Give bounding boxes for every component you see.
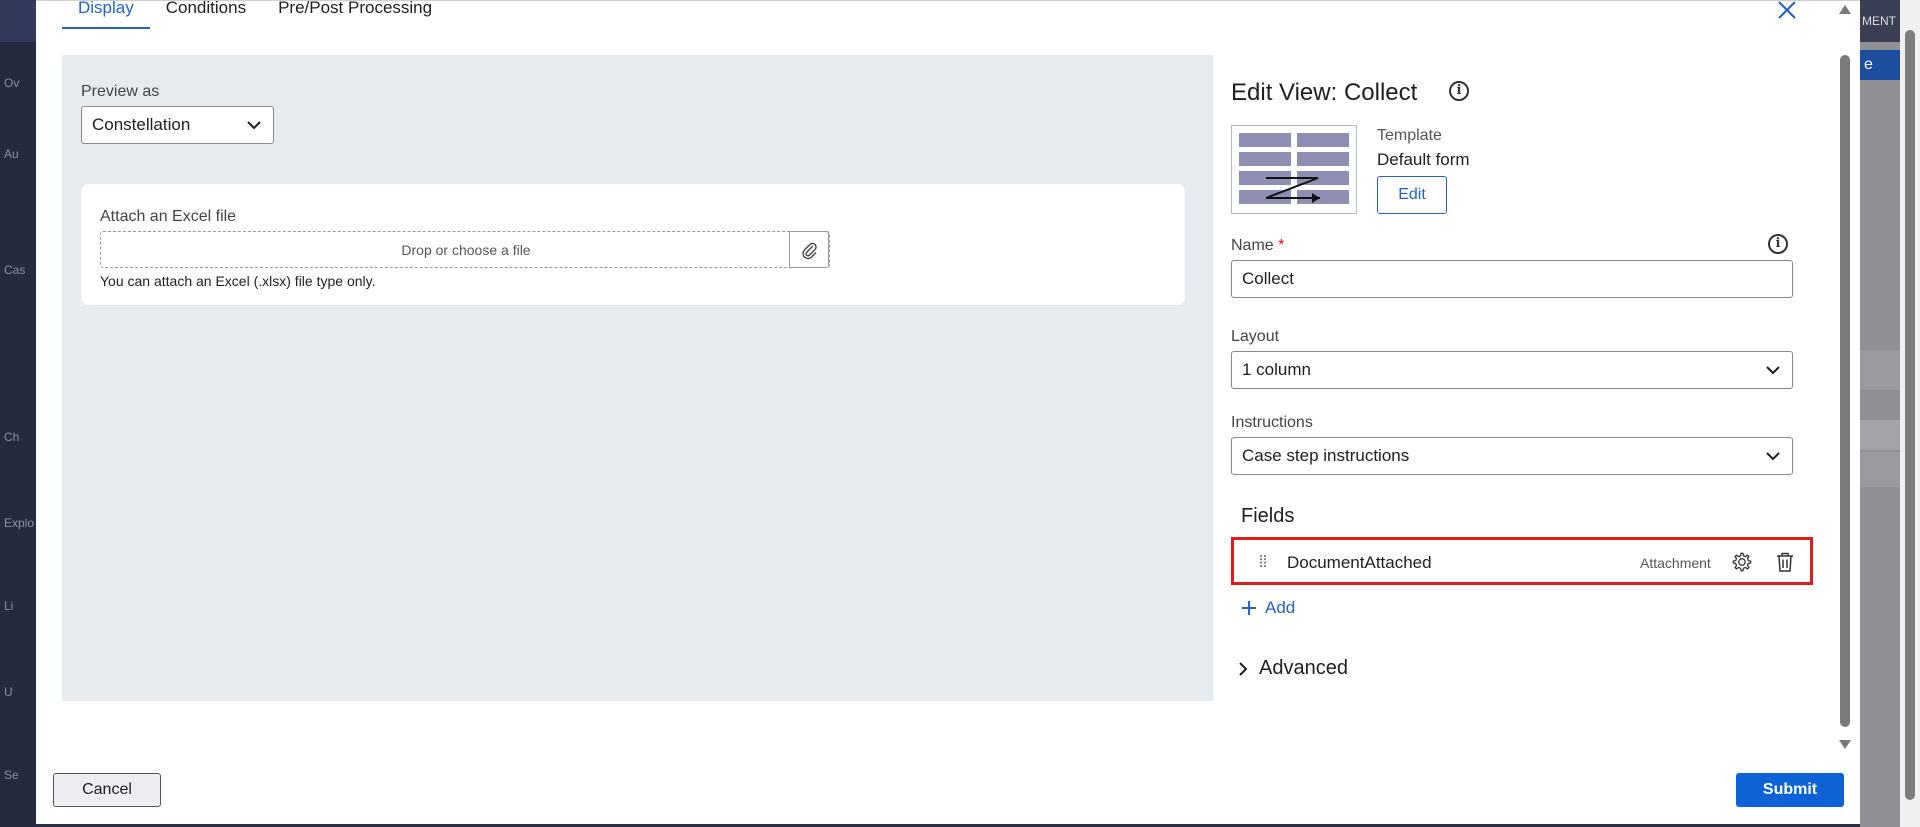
file-type-help: You can attach an Excel (.xlsx) file typ… [100, 273, 376, 289]
attach-excel-card: Attach an Excel file Drop or choose a fi… [81, 184, 1185, 305]
preview-as-label: Preview as [81, 83, 160, 100]
layout-label: Layout [1231, 328, 1280, 345]
drag-handle-icon[interactable] [1259, 554, 1267, 568]
advanced-label: Advanced [1259, 657, 1348, 679]
page-scrollbar[interactable] [1900, 0, 1920, 827]
preview-as-select[interactable]: Constellation [81, 106, 274, 144]
fields-heading: Fields [1241, 505, 1295, 527]
name-label: Name * [1231, 237, 1284, 255]
template-thumbnail [1231, 125, 1357, 214]
advanced-toggle[interactable]: Advanced [1237, 657, 1348, 680]
bg-sidebar-label: Ov [4, 76, 20, 90]
name-label-text: Name [1231, 237, 1274, 254]
info-icon[interactable]: i [1768, 234, 1788, 254]
bg-sidebar-label: Ch [4, 430, 20, 444]
modal-scrollbar[interactable] [1836, 1, 1854, 761]
edit-panel: Edit View: Collect i Template Default fo… [1231, 55, 1831, 705]
tab-bar: Display Conditions Pre/Post Processing [62, 0, 448, 29]
bg-sidebar-label: Cas [4, 263, 26, 277]
preview-pane: Preview as Constellation Attach an Excel… [62, 55, 1213, 701]
field-type: Attachment [1640, 555, 1711, 571]
edit-view-modal: Display Conditions Pre/Post Processing P… [36, 0, 1860, 824]
close-icon[interactable] [1776, 0, 1798, 23]
background-sidebar: Ov Au Cas Ch Explo Li U Se [0, 0, 36, 827]
bg-header-label: MENT [1862, 14, 1896, 28]
chevron-right-icon [1239, 661, 1248, 676]
cancel-button[interactable]: Cancel [53, 773, 161, 807]
template-value: Default form [1377, 150, 1470, 169]
instructions-value: Case step instructions [1242, 446, 1410, 465]
tab-display[interactable]: Display [62, 0, 150, 29]
scroll-down-icon[interactable] [1839, 740, 1851, 749]
bg-sidebar-label: U [4, 685, 13, 699]
bg-button-label: e [1864, 56, 1873, 73]
instructions-select[interactable]: Case step instructions [1231, 437, 1793, 475]
trash-icon[interactable] [1775, 551, 1795, 573]
page-title: Edit View: Collect [1231, 79, 1418, 106]
layout-value: 1 column [1242, 360, 1311, 379]
file-drop-zone[interactable]: Drop or choose a file [100, 231, 830, 268]
gear-icon[interactable] [1731, 551, 1753, 573]
chevron-down-icon [1766, 452, 1780, 461]
scrollbar-thumb[interactable] [1840, 55, 1850, 727]
drop-zone-text: Drop or choose a file [401, 242, 531, 258]
required-mark: * [1278, 237, 1285, 254]
attach-excel-label: Attach an Excel file [100, 208, 237, 225]
plus-icon [1242, 601, 1256, 615]
instructions-label: Instructions [1231, 414, 1313, 431]
edit-template-button[interactable]: Edit [1377, 176, 1447, 214]
bg-sidebar-label: Explo [4, 516, 35, 530]
layout-select[interactable]: 1 column [1231, 351, 1793, 389]
tab-conditions[interactable]: Conditions [150, 0, 262, 29]
field-name: DocumentAttached [1287, 553, 1432, 572]
bg-sidebar-label: Au [4, 147, 19, 161]
info-icon[interactable]: i [1449, 81, 1469, 101]
scroll-up-icon[interactable] [1839, 5, 1851, 14]
preview-as-value: Constellation [92, 115, 191, 134]
name-field[interactable]: Collect [1231, 260, 1793, 298]
paperclip-icon[interactable] [789, 231, 829, 268]
page-scrollbar-thumb[interactable] [1905, 30, 1915, 800]
bg-sidebar-label: Se [4, 768, 19, 782]
chevron-down-icon [1766, 366, 1780, 375]
name-field-value: Collect [1242, 269, 1294, 288]
add-field-label: Add [1265, 598, 1296, 617]
app-logo [0, 0, 36, 42]
bg-sidebar-label: Li [4, 599, 14, 613]
submit-button[interactable]: Submit [1736, 773, 1844, 807]
add-field-button[interactable]: Add [1241, 598, 1295, 618]
template-label: Template [1377, 127, 1442, 144]
chevron-down-icon [247, 121, 261, 130]
tab-pre-post-processing[interactable]: Pre/Post Processing [262, 0, 448, 29]
field-row[interactable]: DocumentAttached Attachment [1231, 537, 1813, 585]
